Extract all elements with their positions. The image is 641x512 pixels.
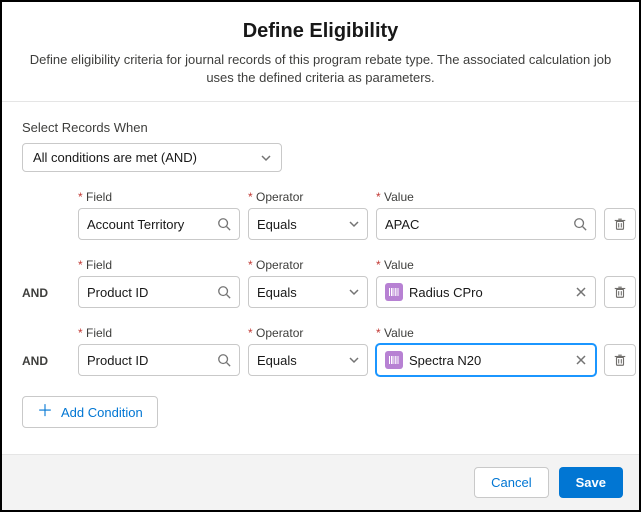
- field-value: Account Territory: [87, 217, 211, 232]
- product-icon: [385, 351, 403, 369]
- search-icon: [217, 217, 231, 231]
- trash-icon: [613, 285, 627, 299]
- chevron-down-icon: [349, 355, 359, 365]
- trash-icon: [613, 217, 627, 231]
- trash-icon: [613, 353, 627, 367]
- modal-body: Select Records When All conditions are m…: [2, 102, 639, 454]
- add-condition-label: Add Condition: [61, 405, 143, 420]
- select-records-label: Select Records When: [22, 120, 619, 135]
- chevron-down-icon: [349, 219, 359, 229]
- clear-icon[interactable]: [575, 286, 587, 298]
- condition-logic-select[interactable]: All conditions are met (AND): [22, 143, 282, 172]
- condition-row: AND * Field Product ID * Operator Equals * Va…: [22, 326, 619, 376]
- operator-value: Equals: [257, 285, 343, 300]
- value-label: * Value: [376, 190, 596, 204]
- condition-logic-value: All conditions are met (AND): [33, 150, 197, 165]
- value-text: Spectra N20: [409, 353, 569, 368]
- field-value: Product ID: [87, 353, 211, 368]
- condition-row: AND * Field Product ID * Operator Equals * Va…: [22, 258, 619, 308]
- value-label: * Value: [376, 258, 596, 272]
- modal-footer: Cancel Save: [2, 454, 639, 510]
- chevron-down-icon: [261, 153, 271, 163]
- operator-label: * Operator: [248, 258, 368, 272]
- cancel-button[interactable]: Cancel: [474, 467, 548, 498]
- operator-select[interactable]: Equals: [248, 276, 368, 308]
- save-button[interactable]: Save: [559, 467, 623, 498]
- conjunction-label: AND: [22, 354, 70, 376]
- delete-row-button[interactable]: [604, 344, 636, 376]
- field-label: * Field: [78, 326, 240, 340]
- value-input[interactable]: Spectra N20: [376, 344, 596, 376]
- search-icon: [573, 217, 587, 231]
- operator-label: * Operator: [248, 326, 368, 340]
- modal-title: Define Eligibility: [22, 20, 619, 43]
- search-icon: [217, 285, 231, 299]
- add-condition-button[interactable]: ＋ Add Condition: [22, 396, 158, 428]
- operator-label: * Operator: [248, 190, 368, 204]
- plus-icon: ＋: [37, 404, 53, 420]
- operator-select[interactable]: Equals: [248, 344, 368, 376]
- field-label: * Field: [78, 190, 240, 204]
- operator-select[interactable]: Equals: [248, 208, 368, 240]
- field-label: * Field: [78, 258, 240, 272]
- field-value: Product ID: [87, 285, 211, 300]
- search-icon: [217, 353, 231, 367]
- conjunction-label: [22, 232, 70, 240]
- operator-value: Equals: [257, 353, 343, 368]
- operator-value: Equals: [257, 217, 343, 232]
- value-input[interactable]: Radius CPro: [376, 276, 596, 308]
- field-lookup[interactable]: Product ID: [78, 344, 240, 376]
- delete-row-button[interactable]: [604, 208, 636, 240]
- field-lookup[interactable]: Product ID: [78, 276, 240, 308]
- product-icon: [385, 283, 403, 301]
- value-input[interactable]: APAC: [376, 208, 596, 240]
- clear-icon[interactable]: [575, 354, 587, 366]
- value-text: APAC: [385, 217, 567, 232]
- value-text: Radius CPro: [409, 285, 569, 300]
- condition-row: * Field Account Territory * Operator Equals…: [22, 190, 619, 240]
- field-lookup[interactable]: Account Territory: [78, 208, 240, 240]
- chevron-down-icon: [349, 287, 359, 297]
- conjunction-label: AND: [22, 286, 70, 308]
- modal-header: Define Eligibility Define eligibility cr…: [2, 2, 639, 102]
- value-label: * Value: [376, 326, 596, 340]
- modal-subtitle: Define eligibility criteria for journal …: [22, 51, 619, 87]
- delete-row-button[interactable]: [604, 276, 636, 308]
